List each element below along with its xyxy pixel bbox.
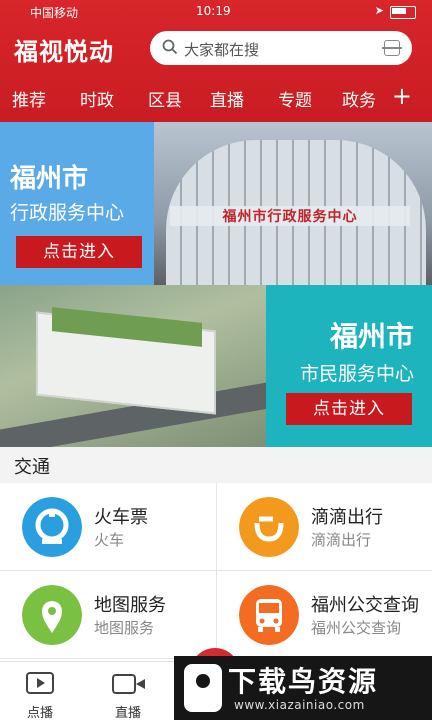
bus-icon (239, 585, 299, 645)
didi-icon (239, 497, 299, 557)
service-map[interactable]: 地图服务 地图服务 (0, 571, 216, 659)
service-didi[interactable]: 滴滴出行 滴滴出行 (216, 483, 432, 571)
service-title: 滴滴出行 (311, 507, 383, 528)
banner-title: 福州市 (329, 320, 414, 353)
admin-center-photo: 福州市行政服务中心 (154, 122, 432, 285)
section-title: 交通 (14, 457, 50, 478)
service-bus[interactable]: 福州公交查询 福州公交查询 (216, 571, 432, 659)
location-arrow-icon: ➤ (374, 4, 384, 17)
enter-citizen-center-button[interactable]: 点击进入 (286, 393, 412, 425)
service-subtitle: 滴滴出行 (311, 531, 372, 549)
carrier-label: 中国移动 (30, 6, 79, 20)
banner-title: 福州市 (10, 164, 89, 194)
search-icon (162, 39, 178, 55)
tab-label: 点播 (26, 706, 53, 721)
banner-subtitle: 行政服务中心 (10, 202, 125, 224)
channel-tabs: 推荐 时政 区县 直播 专题 政务 + (0, 82, 432, 116)
citizen-center-photo (0, 285, 266, 447)
watermark-url: www.xiazainiao.com (234, 698, 365, 712)
watermark-logo-icon (184, 664, 222, 712)
service-title: 地图服务 (94, 595, 166, 616)
building-sign: 福州市行政服务中心 (170, 206, 410, 226)
service-title: 火车票 (94, 507, 148, 528)
tab-recommend[interactable]: 推荐 (12, 86, 46, 111)
app-logo: 福视悦动 (14, 37, 114, 66)
citizen-service-banner[interactable]: 福州市 市民服务中心 点击进入 (0, 285, 432, 447)
status-bar: 中国移动 10:19 ➤ (0, 0, 432, 22)
watermark-title: 下载鸟资源 (228, 665, 379, 698)
tab-government[interactable]: 政务 (342, 86, 376, 111)
service-grid: 火车票 火车 滴滴出行 滴滴出行 地图服务 地图服务 福州公交查询 福州公交查询 (0, 483, 432, 661)
search-input[interactable]: 大家都在搜 (150, 31, 412, 65)
plus-icon[interactable]: + (392, 82, 412, 110)
watermark-overlay: 下载鸟资源 www.xiazainiao.com (174, 656, 432, 720)
service-train-tickets[interactable]: 火车票 火车 (0, 483, 216, 571)
banner-subtitle: 市民服务中心 (299, 363, 414, 385)
video-camera-icon (112, 674, 145, 694)
scan-icon[interactable] (382, 40, 402, 56)
admin-service-banner[interactable]: 福州市 行政服务中心 福州市行政服务中心 点击进入 (0, 122, 432, 285)
enter-admin-center-button[interactable]: 点击进入 (16, 236, 142, 268)
tab-politics[interactable]: 时政 (80, 86, 114, 111)
clock: 10:19 (196, 4, 231, 18)
service-subtitle: 福州公交查询 (311, 619, 402, 637)
tab-label: 直播 (114, 706, 141, 721)
service-subtitle: 地图服务 (94, 619, 155, 637)
tab-districts[interactable]: 区县 (148, 86, 182, 111)
service-subtitle: 火车 (94, 531, 125, 549)
app-header: 中国移动 10:19 ➤ 福视悦动 大家都在搜 推荐 时政 区县 直播 专题 政… (0, 0, 432, 122)
search-placeholder: 大家都在搜 (184, 41, 260, 59)
tv-play-icon (26, 672, 54, 694)
battery-icon (390, 6, 416, 19)
section-header: 交通 (0, 447, 432, 484)
service-title: 福州公交查询 (311, 595, 419, 616)
train-icon (22, 497, 82, 557)
tab-topics[interactable]: 专题 (278, 86, 312, 111)
map-pin-icon (22, 585, 82, 645)
tab-live[interactable]: 直播 (210, 86, 244, 111)
